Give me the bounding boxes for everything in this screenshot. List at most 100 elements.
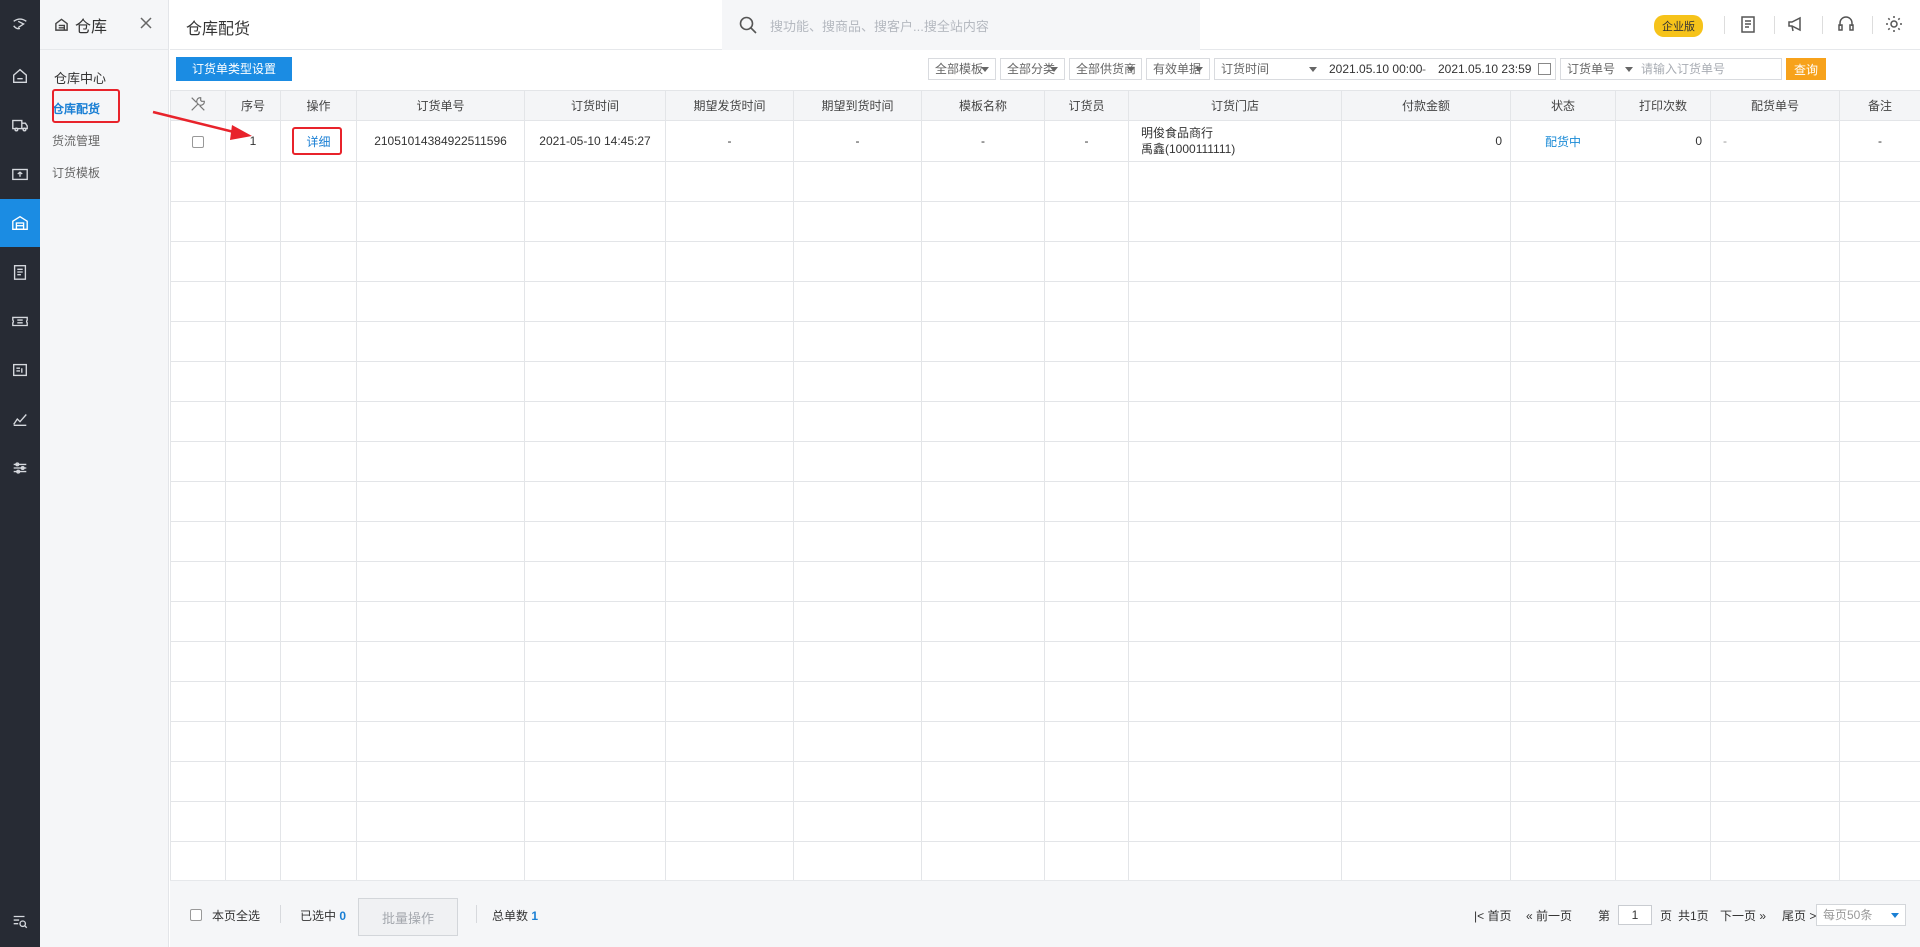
empty-cell bbox=[524, 761, 666, 802]
total-pages: 共1页 bbox=[1678, 909, 1709, 923]
table-header-row: 序号 操作 订货单号 订货时间 期望发货时间 期望到货时间 模板名称 订货员 订… bbox=[170, 90, 1920, 121]
batch-operation-button[interactable]: 批量操作 bbox=[358, 898, 458, 936]
empty-cell bbox=[1839, 321, 1920, 362]
empty-cell bbox=[356, 281, 525, 322]
validity-filter[interactable]: 有效单据 bbox=[1146, 58, 1210, 80]
headset-icon[interactable] bbox=[1834, 12, 1858, 36]
empty-cell bbox=[665, 761, 794, 802]
empty-cell bbox=[356, 321, 525, 362]
empty-cell bbox=[1710, 361, 1840, 402]
empty-row bbox=[170, 561, 1920, 602]
subnav-item-order-template[interactable]: 订货模板 bbox=[52, 163, 168, 183]
cell-index: 1 bbox=[225, 120, 281, 162]
empty-cell bbox=[921, 321, 1045, 362]
select-all-label[interactable]: 本页全选 bbox=[212, 907, 260, 924]
task-list-icon[interactable] bbox=[1736, 12, 1760, 36]
chart-icon[interactable] bbox=[0, 395, 40, 443]
empty-cell bbox=[1839, 281, 1920, 322]
first-page-button[interactable]: |< 首页 bbox=[1474, 907, 1511, 924]
empty-cell bbox=[665, 361, 794, 402]
empty-cell bbox=[665, 441, 794, 482]
empty-cell bbox=[1510, 561, 1616, 602]
empty-cell bbox=[1710, 721, 1840, 762]
edition-badge[interactable]: 企业版 bbox=[1654, 15, 1703, 37]
clipboard-icon[interactable] bbox=[0, 248, 40, 296]
sliders-icon[interactable] bbox=[0, 444, 40, 492]
empty-cell bbox=[1128, 681, 1342, 722]
column-settings[interactable] bbox=[170, 90, 226, 121]
empty-cell bbox=[665, 521, 794, 562]
detail-link[interactable]: 详细 bbox=[306, 135, 330, 149]
template-filter[interactable]: 全部模板 bbox=[928, 58, 996, 80]
report-icon[interactable] bbox=[0, 346, 40, 394]
empty-row bbox=[170, 601, 1920, 642]
order-number-search[interactable]: 订货单号 bbox=[1560, 58, 1782, 80]
table-row[interactable]: 1 详细 21051014384922511596 2021-05-10 14:… bbox=[170, 120, 1920, 162]
cell-order-no: 21051014384922511596 bbox=[356, 120, 525, 162]
empty-cell bbox=[280, 401, 357, 442]
cart-icon[interactable] bbox=[0, 150, 40, 198]
empty-cell bbox=[524, 561, 666, 602]
empty-cell bbox=[1341, 681, 1511, 722]
empty-cell bbox=[1839, 481, 1920, 522]
next-page-button[interactable]: 下一页 » bbox=[1720, 907, 1766, 924]
empty-cell bbox=[1341, 321, 1511, 362]
order-time-range[interactable]: 订货时间 2021.05.10 00:00 - 2021.05.10 23:59 bbox=[1214, 58, 1556, 80]
gear-icon[interactable] bbox=[1882, 12, 1906, 36]
subnav-item-goods-flow[interactable]: 货流管理 bbox=[52, 131, 168, 151]
query-button[interactable]: 查询 bbox=[1786, 58, 1826, 80]
empty-cell bbox=[524, 361, 666, 402]
empty-cell bbox=[665, 601, 794, 642]
empty-cell bbox=[921, 801, 1045, 842]
cell-print-count: 0 bbox=[1615, 120, 1711, 162]
category-filter[interactable]: 全部分类 bbox=[1000, 58, 1065, 80]
empty-cell bbox=[921, 721, 1045, 762]
chevron-down-icon bbox=[1625, 67, 1633, 72]
close-icon[interactable] bbox=[140, 17, 154, 31]
supplier-filter[interactable]: 全部供货商 bbox=[1069, 58, 1142, 80]
chevron-down-icon bbox=[1050, 67, 1058, 72]
home-icon[interactable] bbox=[0, 52, 40, 100]
date-start[interactable]: 2021.05.10 00:00 bbox=[1329, 59, 1422, 79]
order-number-input[interactable] bbox=[1641, 60, 1776, 78]
calendar-icon[interactable] bbox=[1538, 63, 1551, 75]
announcement-icon[interactable] bbox=[1784, 12, 1808, 36]
ticket-icon[interactable] bbox=[0, 297, 40, 345]
cell-amount: 0 bbox=[1341, 120, 1511, 162]
empty-cell bbox=[1128, 641, 1342, 682]
empty-cell bbox=[356, 401, 525, 442]
empty-cell bbox=[1615, 721, 1711, 762]
empty-cell bbox=[356, 641, 525, 682]
empty-cell bbox=[170, 561, 226, 602]
order-time-label: 订货时间 bbox=[1221, 62, 1270, 76]
empty-cell bbox=[1341, 241, 1511, 282]
select-all-checkbox[interactable] bbox=[190, 909, 202, 921]
prev-page-button[interactable]: « 前一页 bbox=[1526, 907, 1572, 924]
divider bbox=[280, 905, 281, 923]
wrench-icon[interactable] bbox=[189, 97, 207, 116]
warehouse-icon[interactable] bbox=[0, 199, 40, 247]
empty-row bbox=[170, 361, 1920, 402]
logo-icon[interactable] bbox=[0, 0, 40, 48]
page-size-select[interactable]: 每页50条 bbox=[1816, 904, 1906, 926]
order-type-settings-button[interactable]: 订货单类型设置 bbox=[176, 57, 293, 81]
cell-action: 详细 bbox=[280, 120, 357, 162]
global-search[interactable]: 搜功能、搜商品、搜客户...搜全站内容 bbox=[722, 0, 1200, 50]
empty-cell bbox=[1044, 281, 1129, 322]
truck-icon[interactable] bbox=[0, 101, 40, 149]
empty-cell bbox=[280, 841, 357, 880]
cell-template: - bbox=[921, 120, 1045, 162]
empty-cell bbox=[1615, 241, 1711, 282]
search-list-icon[interactable] bbox=[0, 897, 40, 945]
empty-cell bbox=[1839, 681, 1920, 722]
last-page-button[interactable]: 尾页 >| bbox=[1782, 907, 1819, 924]
page-number-input[interactable] bbox=[1618, 905, 1652, 925]
page-suffix: 页 bbox=[1660, 909, 1673, 923]
empty-cell bbox=[1615, 761, 1711, 802]
empty-cell bbox=[665, 641, 794, 682]
empty-cell bbox=[665, 801, 794, 842]
row-checkbox[interactable] bbox=[192, 135, 204, 148]
date-separator: - bbox=[1422, 62, 1426, 76]
date-end[interactable]: 2021.05.10 23:59 bbox=[1438, 59, 1531, 79]
subnav-item-warehouse-dispatch[interactable]: 仓库配货 bbox=[52, 99, 168, 119]
